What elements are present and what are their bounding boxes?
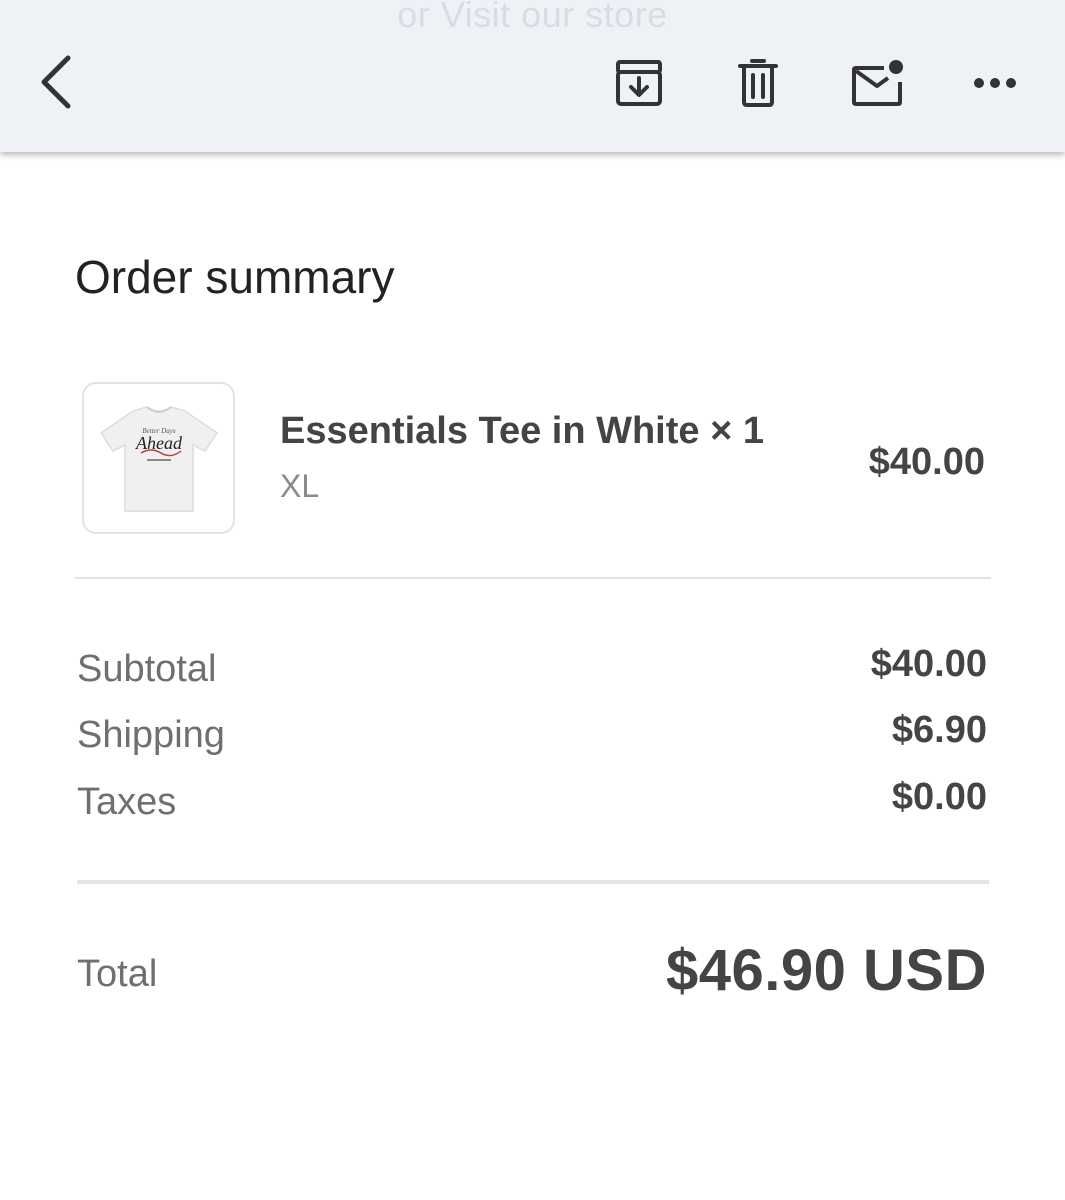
- total-divider: [77, 880, 989, 884]
- product-price: $40.00: [868, 441, 985, 483]
- taxes-label: Taxes: [77, 781, 177, 823]
- product-name: Essentials Tee in White × 1: [280, 410, 764, 452]
- subtotal-value: $40.00: [870, 643, 987, 685]
- delete-button[interactable]: [728, 52, 788, 114]
- total-label: Total: [77, 953, 158, 995]
- trash-icon: [738, 59, 778, 107]
- archive-icon: [616, 60, 662, 106]
- scrolled-text-behind-bar: or Visit our store: [397, 0, 668, 35]
- more-options-button[interactable]: [966, 58, 1024, 108]
- back-button[interactable]: [28, 50, 84, 114]
- more-horizontal-icon: [974, 78, 1016, 88]
- product-thumbnail[interactable]: Better Days Ahead: [82, 382, 235, 534]
- shipping-label: Shipping: [77, 714, 225, 756]
- top-app-bar: or Visit our store: [0, 0, 1065, 152]
- mark-unread-button[interactable]: [846, 52, 910, 114]
- product-variant: XL: [280, 468, 320, 504]
- mail-unread-icon: [852, 60, 903, 106]
- shipping-value: $6.90: [891, 709, 987, 751]
- total-value: $46.90 USD: [666, 938, 987, 1003]
- tshirt-image: Better Days Ahead: [99, 406, 218, 512]
- taxes-value: $0.00: [891, 776, 987, 818]
- order-summary-title: Order summary: [75, 251, 395, 303]
- subtotal-label: Subtotal: [77, 648, 217, 690]
- archive-button[interactable]: [608, 52, 670, 114]
- tshirt-print-text: Ahead: [135, 433, 183, 453]
- divider: [75, 577, 991, 579]
- back-icon: [41, 55, 71, 109]
